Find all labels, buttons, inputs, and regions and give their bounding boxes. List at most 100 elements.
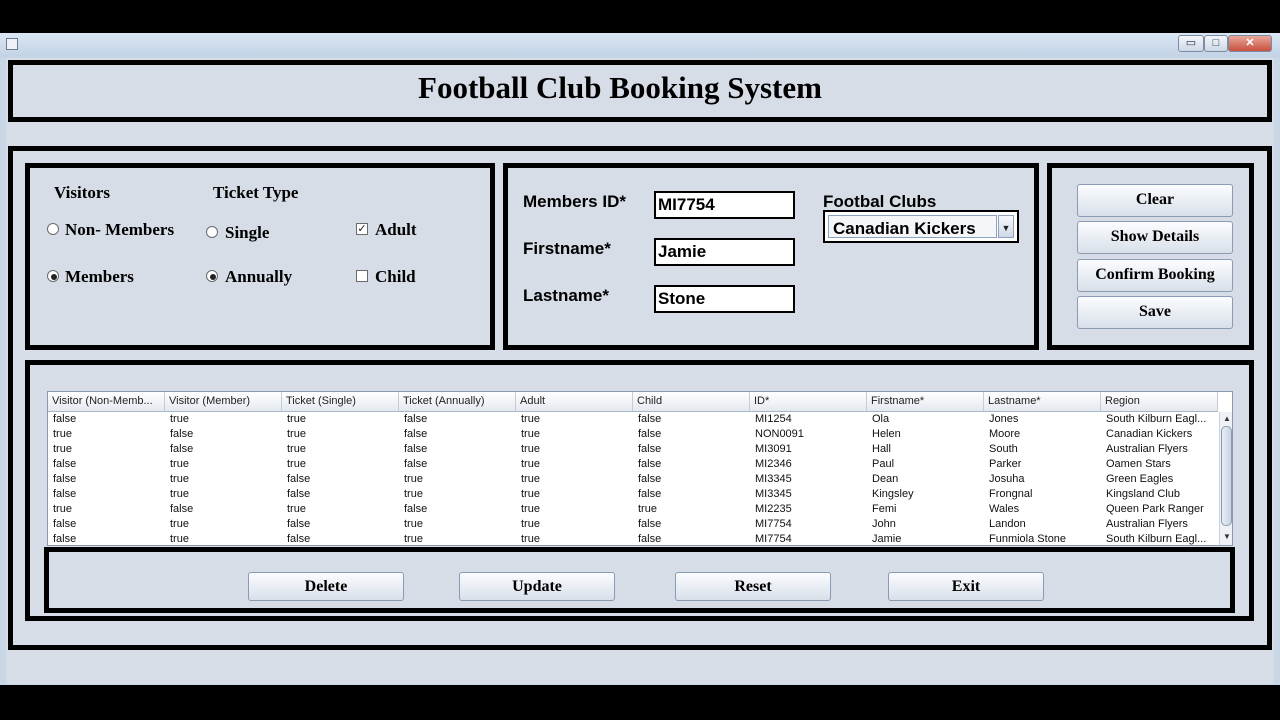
- table-cell[interactable]: South: [984, 442, 1101, 457]
- adult-checkbox[interactable]: ✓: [356, 223, 368, 235]
- table-cell[interactable]: true: [165, 457, 282, 472]
- table-cell[interactable]: false: [48, 472, 165, 487]
- table-cell[interactable]: Dean: [867, 472, 984, 487]
- table-cell[interactable]: false: [165, 427, 282, 442]
- table-cell[interactable]: true: [399, 517, 516, 532]
- table-cell[interactable]: true: [516, 517, 633, 532]
- table-cell[interactable]: false: [633, 532, 750, 545]
- table-cell[interactable]: true: [282, 412, 399, 427]
- table-row[interactable]: true false true false true false NON0091 Helen M…: [48, 427, 1218, 442]
- exit-button[interactable]: Exit: [888, 572, 1044, 601]
- table-row[interactable]: false true false true true false MI7754 Jamie Fu…: [48, 532, 1218, 545]
- table-cell[interactable]: true: [282, 502, 399, 517]
- maximize-button[interactable]: □: [1204, 35, 1228, 52]
- table-cell[interactable]: false: [48, 457, 165, 472]
- table-cell[interactable]: John: [867, 517, 984, 532]
- members-label[interactable]: Members: [65, 267, 134, 287]
- bookings-table[interactable]: Visitor (Non-Memb... Visitor (Member) Tick…: [47, 391, 1233, 546]
- table-cell[interactable]: false: [399, 412, 516, 427]
- table-cell[interactable]: Australian Flyers: [1101, 442, 1218, 457]
- non-members-radio[interactable]: [47, 223, 59, 235]
- single-radio[interactable]: [206, 226, 218, 238]
- save-button[interactable]: Save: [1077, 296, 1233, 329]
- annually-label[interactable]: Annually: [225, 267, 292, 287]
- table-cell[interactable]: Oamen Stars: [1101, 457, 1218, 472]
- annually-radio[interactable]: [206, 270, 218, 282]
- column-header[interactable]: ID*: [750, 392, 867, 411]
- table-cell[interactable]: Queen Park Ranger: [1101, 502, 1218, 517]
- table-cell[interactable]: South Kilburn Eagl...: [1101, 532, 1218, 545]
- table-cell[interactable]: true: [516, 487, 633, 502]
- lastname-field[interactable]: Stone: [654, 285, 795, 313]
- column-header[interactable]: Adult: [516, 392, 633, 411]
- table-cell[interactable]: Parker: [984, 457, 1101, 472]
- table-row[interactable]: false true false true true false MI7754 John Lan…: [48, 517, 1218, 532]
- members-id-field[interactable]: MI7754: [654, 191, 795, 219]
- table-cell[interactable]: false: [633, 517, 750, 532]
- table-cell[interactable]: false: [282, 532, 399, 545]
- column-header[interactable]: Region: [1101, 392, 1218, 411]
- table-cell[interactable]: true: [282, 427, 399, 442]
- child-checkbox[interactable]: [356, 270, 368, 282]
- table-cell[interactable]: false: [282, 517, 399, 532]
- table-cell[interactable]: false: [633, 412, 750, 427]
- column-header[interactable]: Lastname*: [984, 392, 1101, 411]
- table-cell[interactable]: true: [48, 442, 165, 457]
- confirm-booking-button[interactable]: Confirm Booking: [1077, 259, 1233, 292]
- table-cell[interactable]: true: [633, 502, 750, 517]
- column-header[interactable]: Visitor (Member): [165, 392, 282, 411]
- table-cell[interactable]: Frongnal: [984, 487, 1101, 502]
- table-row[interactable]: true false true false true true MI2235 Femi Wale…: [48, 502, 1218, 517]
- table-cell[interactable]: false: [48, 412, 165, 427]
- table-cell[interactable]: MI2235: [750, 502, 867, 517]
- table-cell[interactable]: NON0091: [750, 427, 867, 442]
- non-members-label[interactable]: Non- Members: [65, 220, 174, 240]
- table-cell[interactable]: false: [48, 532, 165, 545]
- table-cell[interactable]: Femi: [867, 502, 984, 517]
- table-cell[interactable]: false: [633, 487, 750, 502]
- table-cell[interactable]: false: [399, 502, 516, 517]
- table-cell[interactable]: true: [516, 472, 633, 487]
- table-cell[interactable]: true: [516, 457, 633, 472]
- table-cell[interactable]: MI7754: [750, 517, 867, 532]
- table-cell[interactable]: true: [165, 487, 282, 502]
- table-cell[interactable]: false: [48, 517, 165, 532]
- table-row[interactable]: false true false true true false MI3345 Dean Jos…: [48, 472, 1218, 487]
- minimize-button[interactable]: ▭: [1178, 35, 1204, 52]
- column-header[interactable]: Visitor (Non-Memb...: [48, 392, 165, 411]
- table-cell[interactable]: true: [165, 472, 282, 487]
- table-cell[interactable]: true: [165, 532, 282, 545]
- table-cell[interactable]: MI3345: [750, 472, 867, 487]
- table-cell[interactable]: false: [633, 457, 750, 472]
- table-cell[interactable]: Kingsland Club: [1101, 487, 1218, 502]
- table-scrollbar[interactable]: ▲ ▼: [1219, 412, 1232, 545]
- table-cell[interactable]: true: [516, 442, 633, 457]
- table-cell[interactable]: true: [399, 472, 516, 487]
- table-row[interactable]: false true true false true false MI1254 Ola Jone…: [48, 412, 1218, 427]
- table-cell[interactable]: false: [399, 427, 516, 442]
- table-cell[interactable]: Hall: [867, 442, 984, 457]
- close-button[interactable]: ✕: [1228, 35, 1272, 52]
- column-header[interactable]: Firstname*: [867, 392, 984, 411]
- title-bar[interactable]: [0, 33, 1280, 57]
- table-cell[interactable]: Jamie: [867, 532, 984, 545]
- child-label[interactable]: Child: [375, 267, 416, 287]
- table-cell[interactable]: true: [516, 427, 633, 442]
- table-cell[interactable]: Wales: [984, 502, 1101, 517]
- table-cell[interactable]: MI3345: [750, 487, 867, 502]
- table-row[interactable]: false true true false true false MI2346 Paul Par…: [48, 457, 1218, 472]
- update-button[interactable]: Update: [459, 572, 615, 601]
- scroll-thumb[interactable]: [1221, 426, 1232, 526]
- table-cell[interactable]: false: [282, 487, 399, 502]
- members-radio[interactable]: [47, 270, 59, 282]
- table-cell[interactable]: Canadian Kickers: [1101, 427, 1218, 442]
- table-cell[interactable]: MI2346: [750, 457, 867, 472]
- table-cell[interactable]: true: [399, 532, 516, 545]
- table-cell[interactable]: false: [399, 442, 516, 457]
- column-header[interactable]: Child: [633, 392, 750, 411]
- table-row[interactable]: true false true false true false MI3091 Hall Sou…: [48, 442, 1218, 457]
- football-clubs-selected[interactable]: Canadian Kickers: [828, 215, 997, 238]
- scroll-down-icon[interactable]: ▼: [1221, 531, 1232, 543]
- single-label[interactable]: Single: [225, 223, 269, 243]
- table-cell[interactable]: false: [633, 427, 750, 442]
